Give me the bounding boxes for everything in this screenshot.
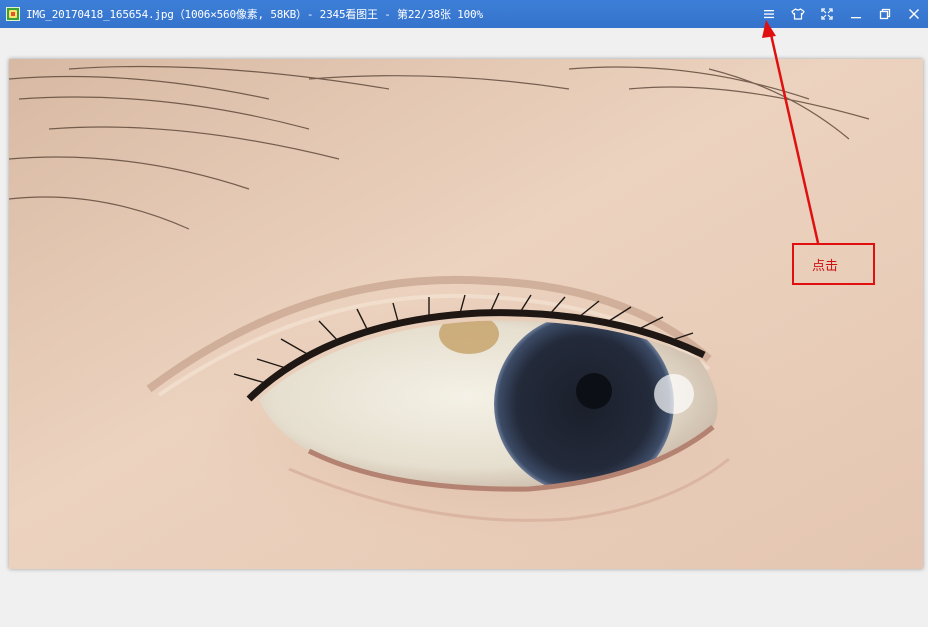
restore-button[interactable] — [870, 0, 899, 28]
menu-icon — [763, 10, 774, 19]
app-logo-icon — [6, 7, 20, 21]
skin-button[interactable] — [783, 0, 812, 28]
fullscreen-icon — [820, 8, 833, 20]
annotation-label: 点击 — [812, 258, 839, 274]
fullscreen-button[interactable] — [812, 0, 841, 28]
eye-photo — [9, 59, 923, 569]
close-icon — [908, 9, 919, 19]
image-canvas[interactable] — [0, 28, 928, 627]
minimize-button[interactable] — [841, 0, 870, 28]
window-title: IMG_20170418_165654.jpg（1006×560像素, 58KB… — [26, 8, 483, 21]
photo-frame — [9, 59, 923, 569]
minimize-icon — [850, 17, 861, 19]
image-viewer-window: IMG_20170418_165654.jpg（1006×560像素, 58KB… — [0, 0, 928, 627]
restore-icon — [879, 8, 890, 20]
close-button[interactable] — [899, 0, 928, 28]
window-controls — [754, 0, 928, 28]
skin-icon — [790, 8, 805, 20]
title-bar[interactable]: IMG_20170418_165654.jpg（1006×560像素, 58KB… — [0, 0, 928, 28]
annotation-callout: 点击 — [792, 243, 875, 285]
menu-button[interactable] — [754, 0, 783, 28]
